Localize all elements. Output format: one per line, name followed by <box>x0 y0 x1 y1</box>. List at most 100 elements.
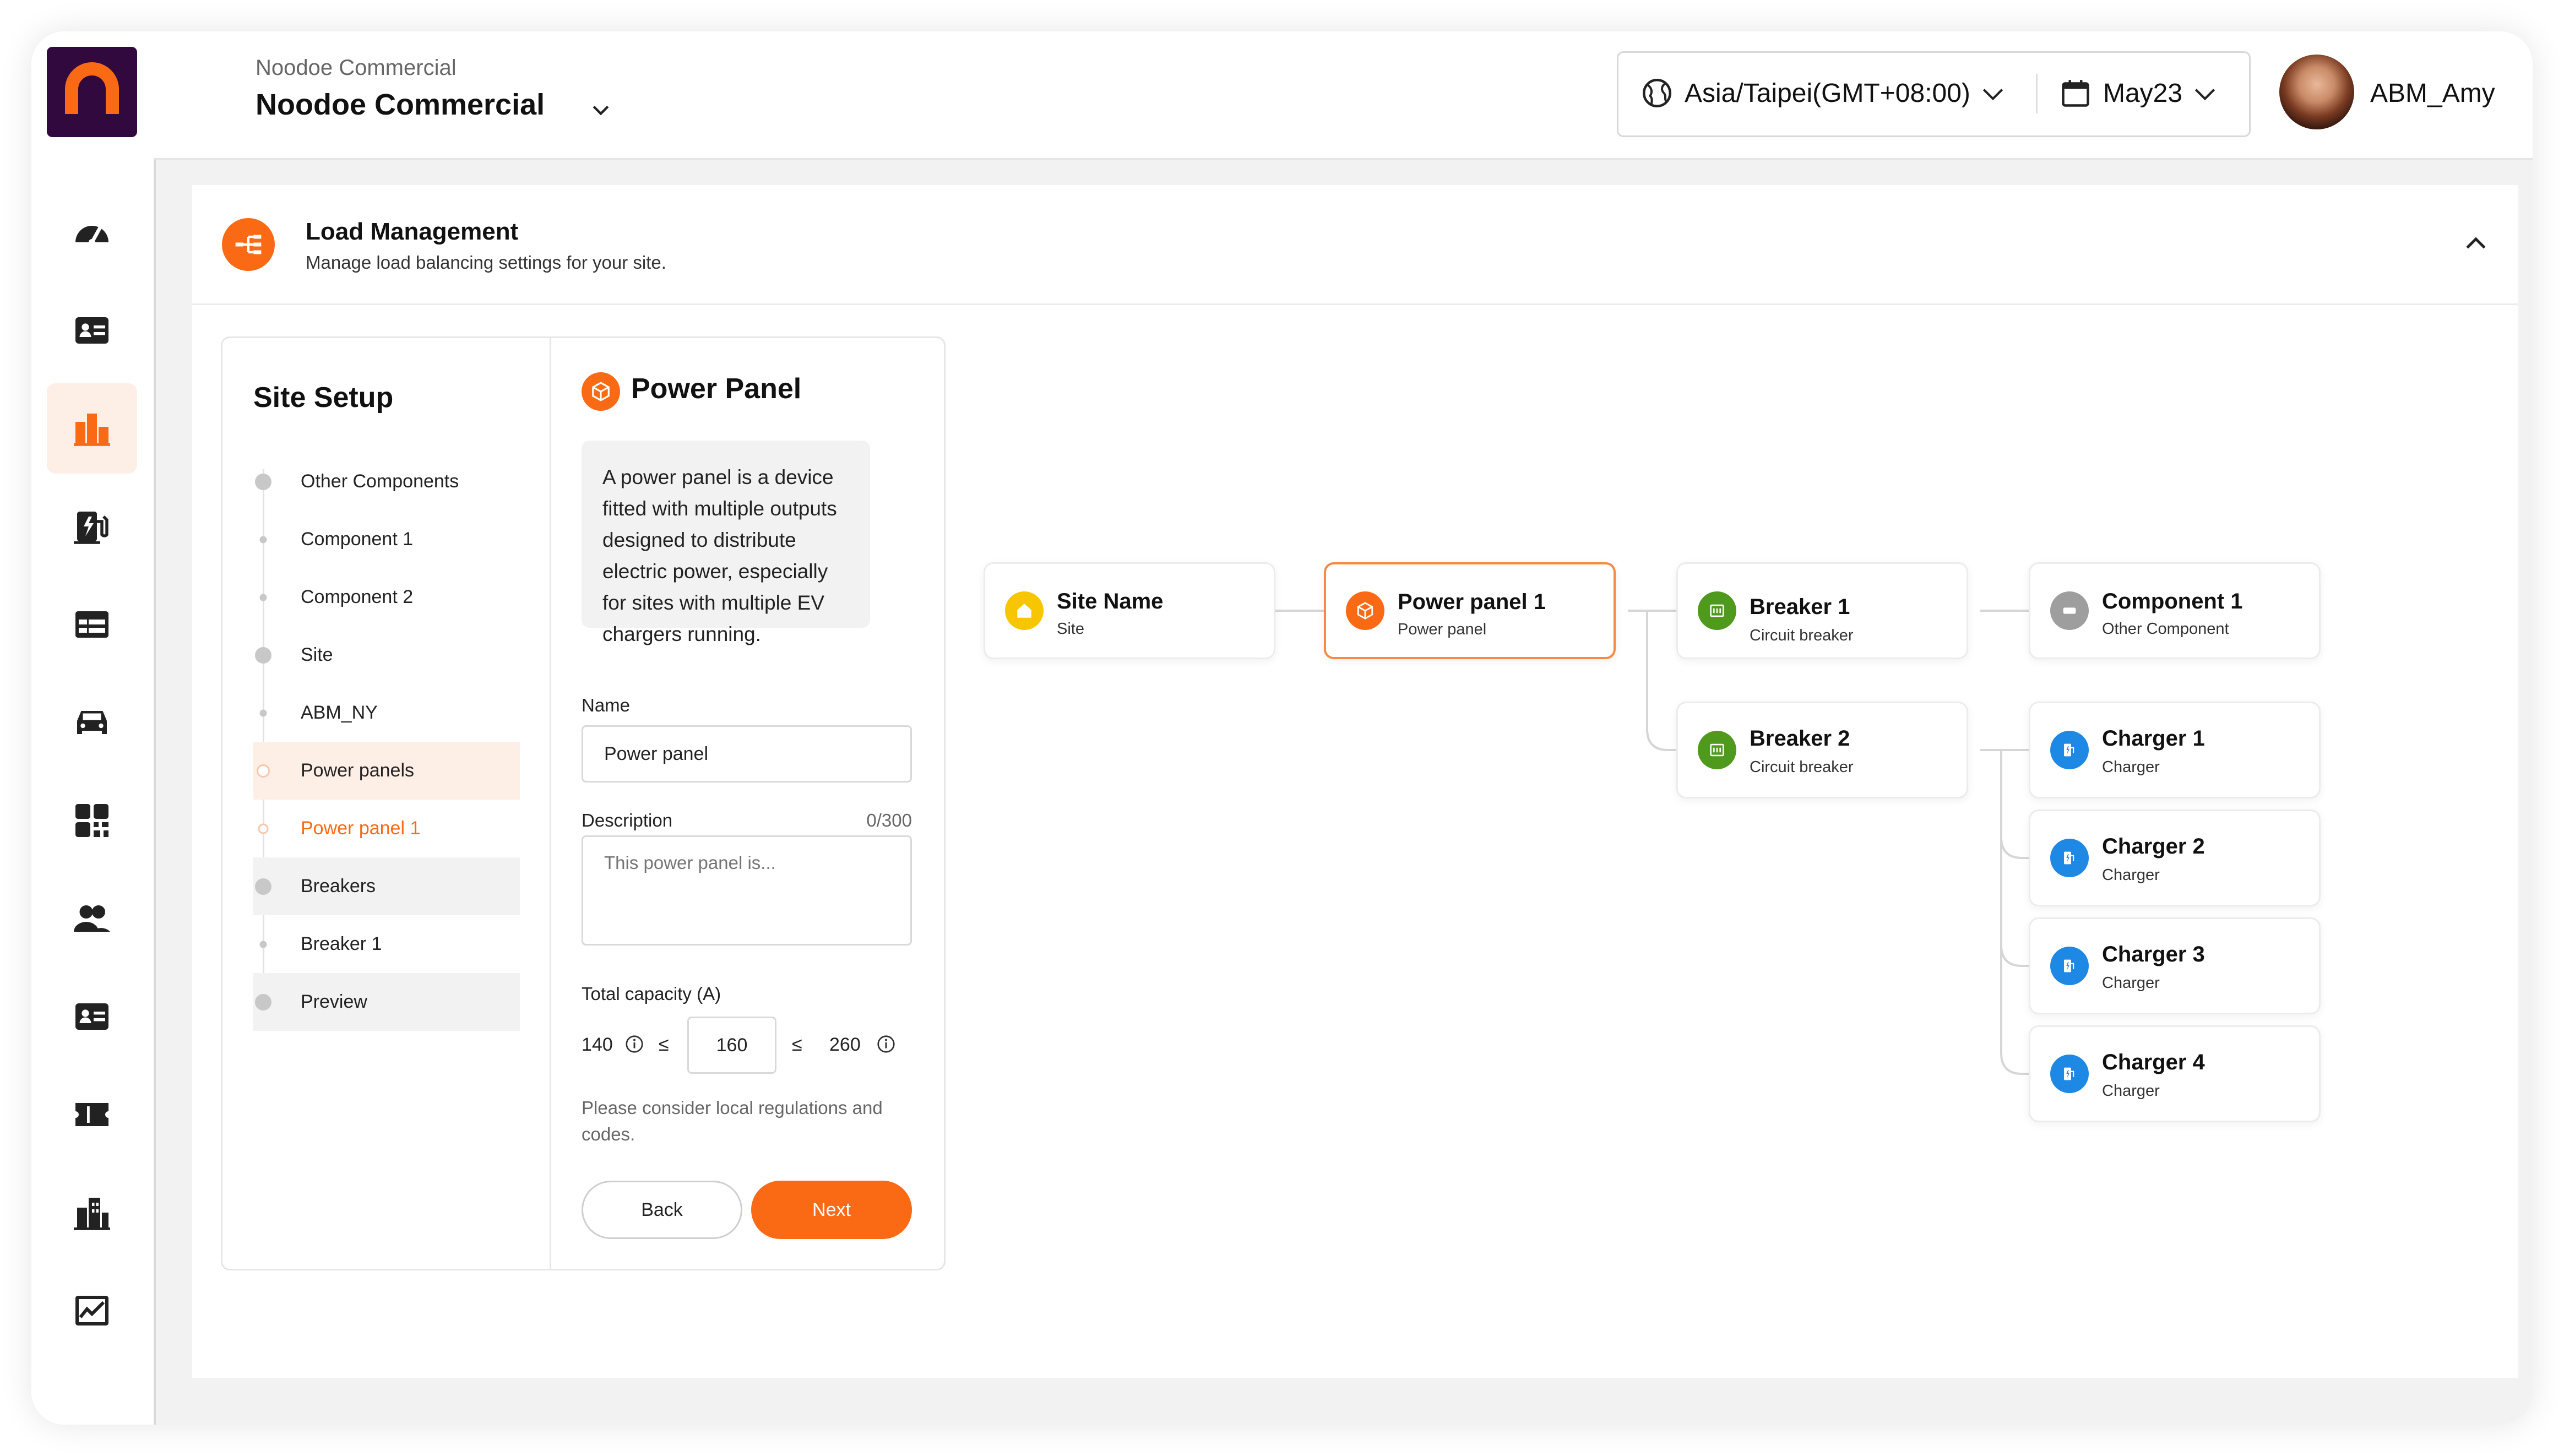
node-title: Charger 3 <box>2102 942 2205 966</box>
node-title: Charger 1 <box>2102 726 2205 751</box>
step-site[interactable]: Site <box>253 626 520 684</box>
node-charger-3[interactable]: Charger 3 Charger <box>2029 917 2321 1014</box>
node-subtitle: Circuit breaker <box>1750 758 1854 776</box>
logo-mark-icon <box>65 62 119 114</box>
noodoe-logo[interactable] <box>47 47 137 137</box>
app-window: Noodoe Commercial Noodoe Commercial Asia… <box>31 31 2533 1425</box>
avatar[interactable] <box>2279 55 2354 129</box>
node-subtitle: Charger <box>2102 974 2160 992</box>
node-subtitle: Site <box>1057 620 1084 638</box>
chevron-down-icon[interactable] <box>1979 80 2007 108</box>
org-selector[interactable]: Noodoe Commercial <box>256 88 545 122</box>
nav-contacts[interactable] <box>47 971 137 1062</box>
step-dot <box>259 941 267 948</box>
step-dot <box>255 993 271 1010</box>
charger-icon <box>2050 947 2089 985</box>
section-title: Load Management <box>306 218 519 245</box>
breaker-icon <box>1698 731 1736 769</box>
name-input[interactable]: Power panel <box>582 725 912 783</box>
timezone-date-selector: Asia/Taipei(GMT+08:00) May23 <box>1617 51 2251 137</box>
cube-icon <box>1346 591 1384 630</box>
nav-buildings[interactable] <box>47 1167 137 1258</box>
load-management-card: Load Management Manage load balancing se… <box>192 185 2518 1378</box>
ev-station-icon <box>74 512 108 544</box>
nav-tickets[interactable] <box>47 1069 137 1160</box>
nav-id-card[interactable] <box>47 285 137 376</box>
step-label: ABM_NY <box>301 702 378 723</box>
info-icon[interactable] <box>624 1034 644 1054</box>
nav-dashboard[interactable] <box>47 187 137 278</box>
table-icon <box>75 611 108 638</box>
step-power-panel-1[interactable]: Power panel 1 <box>253 800 520 857</box>
node-subtitle: Other Component <box>2102 620 2229 638</box>
load-management-icon <box>222 218 275 271</box>
node-site[interactable]: Site Name Site <box>984 562 1275 659</box>
main-content: Load Management Manage load balancing se… <box>154 160 2533 1425</box>
form-description: A power panel is a device fitted with mu… <box>582 441 870 645</box>
setup-title: Site Setup <box>253 382 394 414</box>
nav-qr[interactable] <box>47 775 137 866</box>
nav-users[interactable] <box>47 873 137 964</box>
step-dot <box>258 823 269 834</box>
node-title: Power panel 1 <box>1398 590 1546 614</box>
less-equal-symbol: ≤ <box>659 1034 669 1055</box>
charger-icon <box>2050 839 2089 877</box>
step-breaker-1[interactable]: Breaker 1 <box>253 915 520 973</box>
name-label: Name <box>582 695 631 715</box>
component-icon <box>2050 591 2089 630</box>
setup-steps-column: Site Setup Other Components Component 1 … <box>222 338 551 1269</box>
chevron-down-icon[interactable] <box>589 97 613 122</box>
step-power-panels[interactable]: Power panels <box>253 742 520 800</box>
step-label: Breakers <box>301 876 376 897</box>
divider <box>2036 74 2038 113</box>
node-subtitle: Charger <box>2102 758 2160 776</box>
step-other-components[interactable]: Other Components <box>253 453 520 510</box>
step-component-1[interactable]: Component 1 <box>253 510 520 568</box>
node-component-1[interactable]: Component 1 Other Component <box>2029 562 2321 659</box>
step-preview[interactable]: Preview <box>253 973 520 1031</box>
description-label: Description <box>582 810 673 830</box>
home-icon <box>1005 591 1044 630</box>
step-label: Preview <box>301 991 367 1012</box>
qr-code-icon <box>75 804 108 837</box>
car-icon <box>77 711 107 734</box>
capacity-input[interactable] <box>687 1017 776 1074</box>
form-title: Power Panel <box>631 373 802 405</box>
timezone-value[interactable]: Asia/Taipei(GMT+08:00) <box>1685 78 1970 108</box>
charger-icon <box>2050 1055 2089 1093</box>
ticket-icon <box>75 1103 108 1126</box>
nav-ev-station[interactable] <box>47 481 137 572</box>
nav-vehicles[interactable] <box>47 677 137 768</box>
nav-table[interactable] <box>47 579 137 670</box>
date-value[interactable]: May23 <box>2103 78 2182 108</box>
node-title: Site Name <box>1057 589 1164 613</box>
username[interactable]: ABM_Amy <box>2370 78 2495 108</box>
next-button[interactable]: Next <box>751 1181 912 1239</box>
chevron-down-icon[interactable] <box>2191 80 2219 108</box>
capacity-min: 140 <box>582 1034 613 1055</box>
office-building-icon <box>74 1198 110 1230</box>
nav-analytics[interactable] <box>47 1265 137 1356</box>
capacity-label: Total capacity (A) <box>582 984 721 1004</box>
back-button[interactable]: Back <box>582 1181 742 1239</box>
nav-load-management[interactable] <box>47 383 137 474</box>
building-chart-icon <box>74 414 110 446</box>
node-charger-2[interactable]: Charger 2 Charger <box>2029 810 2321 906</box>
node-breaker-1[interactable]: Breaker 1 Circuit breaker <box>1676 562 1968 659</box>
info-icon[interactable] <box>876 1034 896 1054</box>
step-abm-ny[interactable]: ABM_NY <box>253 684 520 742</box>
node-title: Charger 4 <box>2102 1050 2205 1074</box>
less-equal-symbol: ≤ <box>792 1034 802 1055</box>
step-dot <box>259 709 267 716</box>
description-input[interactable] <box>582 835 912 946</box>
org-subtitle: Noodoe Commercial <box>256 56 457 80</box>
node-charger-4[interactable]: Charger 4 Charger <box>2029 1025 2321 1122</box>
step-breakers[interactable]: Breakers <box>253 857 520 915</box>
node-breaker-2[interactable]: Breaker 2 Circuit breaker <box>1676 702 1968 798</box>
node-power-panel-1[interactable]: Power panel 1 Power panel <box>1324 562 1616 659</box>
chevron-up-icon[interactable] <box>2461 229 2491 259</box>
step-component-2[interactable]: Component 2 <box>253 568 520 626</box>
step-dot <box>255 878 271 895</box>
node-charger-1[interactable]: Charger 1 Charger <box>2029 702 2321 798</box>
step-dot <box>255 473 271 490</box>
